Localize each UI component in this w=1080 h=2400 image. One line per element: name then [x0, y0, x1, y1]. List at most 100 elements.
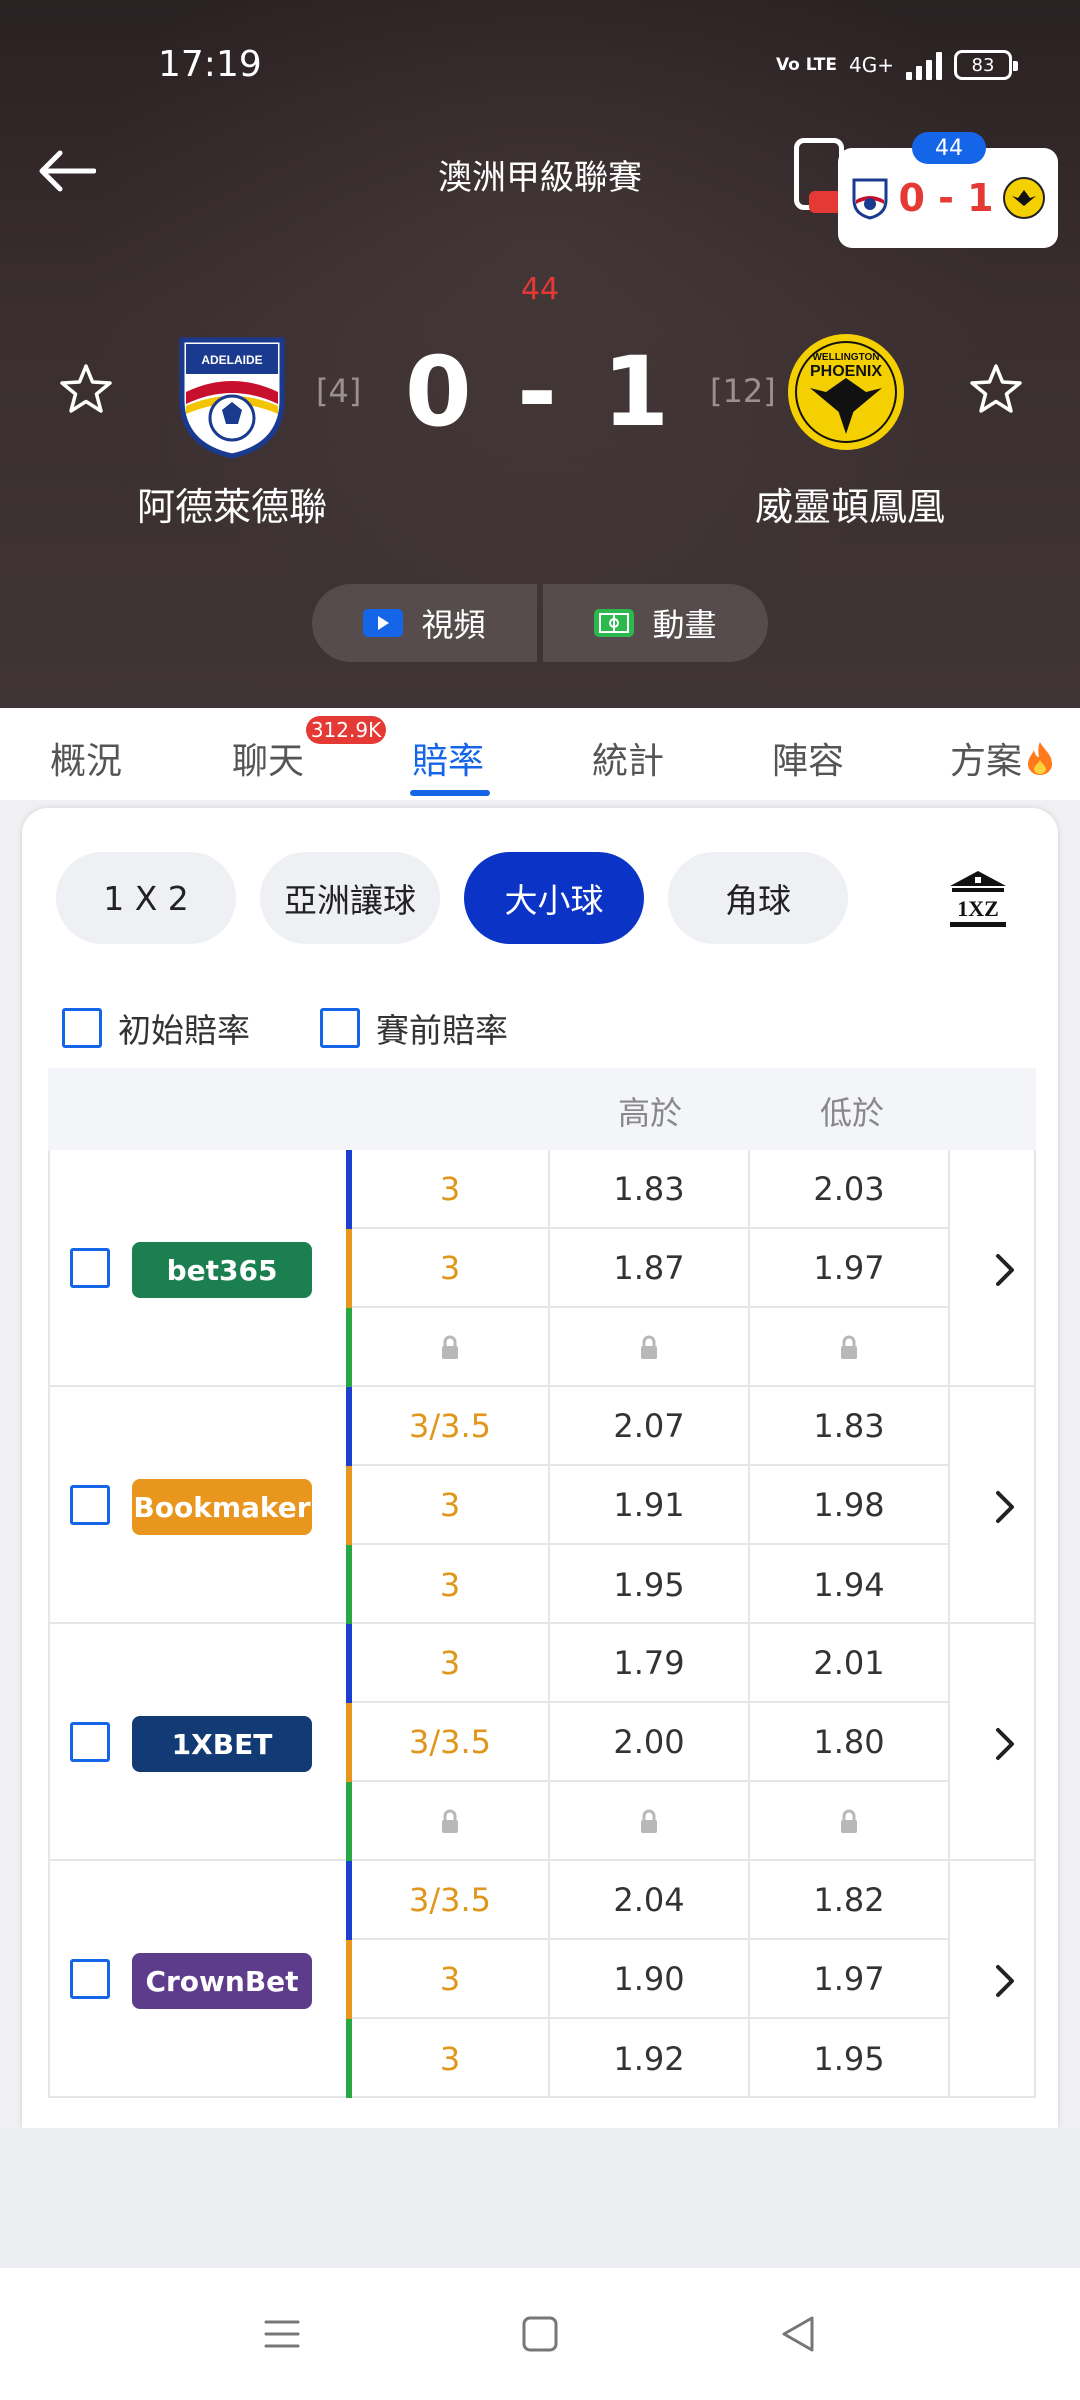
under-odds-cell: 1.94: [750, 1545, 950, 1624]
over-odds-cell: 1.90: [550, 1940, 750, 2019]
over-odds-cell: 2.04: [550, 1861, 750, 1940]
chevron-right-icon[interactable]: [984, 1961, 1024, 2001]
chat-count-badge: 312.9K: [306, 716, 386, 744]
odds-line-row: 3 1.87 1.97: [346, 1229, 950, 1308]
odds-line-row: 3 1.91 1.98: [346, 1466, 950, 1545]
under-odds-cell: 1.98: [750, 1466, 950, 1545]
system-nav-bar: [0, 2268, 1080, 2400]
initial-odds-checkbox[interactable]: [62, 1008, 102, 1048]
video-label: 視頻: [421, 606, 486, 644]
initial-odds-label: 初始賠率: [118, 1011, 250, 1050]
pre-match-odds-checkbox[interactable]: [320, 1008, 360, 1048]
odds-type-corners[interactable]: 角球: [668, 852, 848, 944]
odds-line-row: 3/3.5 2.07 1.83: [346, 1387, 950, 1466]
under-odds-cell: [750, 1782, 950, 1861]
bookmaker-row[interactable]: CrownBet 3/3.5 2.04 1.82 3 1.90 1.97 3 1.92 1.95: [48, 1861, 1036, 2098]
odds-line-row: 3 1.79 2.01: [346, 1624, 950, 1703]
chevron-right-icon[interactable]: [984, 1487, 1024, 1527]
video-button[interactable]: 視頻: [312, 584, 537, 662]
home-team-mini-logo: [852, 178, 888, 220]
mini-score: 0 - 1: [898, 176, 994, 220]
under-odds-cell: 1.80: [750, 1703, 950, 1782]
bookmaker-logo: CrownBet: [132, 1953, 312, 2009]
over-odds-cell: 1.95: [550, 1545, 750, 1624]
bookmaker-row[interactable]: 1XBET 3 1.79 2.01 3/3.5 2.00 1.80: [48, 1624, 1036, 1861]
goal-line-cell: 3: [352, 1466, 550, 1545]
odds-card: 1 X 2 亞洲讓球 大小球 角球 1XZ 初始賠率 賽前賠率 高於 低於 be…: [22, 808, 1058, 2128]
animation-label: 動畫: [652, 606, 717, 644]
odds-line-row: 3 1.90 1.97: [346, 1940, 950, 2019]
tab-chat[interactable]: 聊天: [232, 732, 304, 784]
bookmaker-checkbox[interactable]: [70, 1248, 110, 1288]
away-rank: [12]: [710, 372, 776, 410]
match-header: 17:19 Vo LTE 4G+ 83 澳洲甲級聯賽 44 0 - 1 44 A…: [0, 0, 1080, 708]
floating-window-icon[interactable]: [794, 138, 844, 213]
initial-odds-option[interactable]: 初始賠率: [62, 1004, 250, 1052]
odds-line-row: 3/3.5 2.04 1.82: [346, 1861, 950, 1940]
odds-line-row: 3/3.5 2.00 1.80: [346, 1703, 950, 1782]
over-odds-cell: 1.79: [550, 1624, 750, 1703]
back-nav-icon[interactable]: [778, 2314, 818, 2354]
under-odds-cell: 1.97: [750, 1940, 950, 2019]
status-icons: Vo LTE 4G+ 83: [775, 50, 1018, 80]
bookmaker-checkbox[interactable]: [70, 1722, 110, 1762]
lock-icon: [641, 1809, 657, 1833]
tab-stats[interactable]: 統計: [592, 732, 664, 784]
lock-icon: [641, 1335, 657, 1359]
goal-line-cell: [352, 1308, 550, 1387]
chevron-right-icon[interactable]: [984, 1250, 1024, 1290]
network-label: 4G+: [849, 53, 894, 77]
odds-line-row: 3 1.95 1.94: [346, 1545, 950, 1624]
mini-card-minute: 44: [912, 132, 986, 164]
tab-odds[interactable]: 賠率: [412, 732, 484, 784]
odds-type-over-under[interactable]: 大小球: [464, 852, 644, 944]
menu-icon[interactable]: [262, 2314, 302, 2354]
bookmaker-row[interactable]: Bookmaker 3/3.5 2.07 1.83 3 1.91 1.98 3 1.95 1.94: [48, 1387, 1036, 1624]
tab-plans[interactable]: 方案: [950, 732, 1056, 784]
odds-type-1x2[interactable]: 1 X 2: [56, 852, 236, 944]
bookmaker-bank-icon[interactable]: 1XZ: [946, 868, 1010, 928]
signal-icon: [906, 50, 942, 80]
lock-icon: [841, 1809, 857, 1833]
tab-overview[interactable]: 概況: [50, 732, 122, 784]
odds-type-asian-handicap[interactable]: 亞洲讓球: [260, 852, 440, 944]
under-odds-cell: 1.82: [750, 1861, 950, 1940]
under-odds-cell: 2.01: [750, 1624, 950, 1703]
odds-line-row: 3 1.92 1.95: [346, 2019, 950, 2098]
home-team-name: 阿德萊德聯: [136, 485, 327, 529]
over-odds-cell: [550, 1782, 750, 1861]
lock-icon: [841, 1335, 857, 1359]
under-odds-cell: [750, 1308, 950, 1387]
over-column-header: 高於: [617, 1094, 682, 1132]
over-odds-cell: [550, 1308, 750, 1387]
goal-line-cell: 3/3.5: [352, 1861, 550, 1940]
svg-text:WELLINGTON: WELLINGTON: [812, 352, 879, 363]
home-icon[interactable]: [520, 2314, 560, 2354]
goal-line-cell: 3/3.5: [352, 1387, 550, 1466]
active-tab-indicator: [410, 790, 490, 796]
over-odds-cell: 1.87: [550, 1229, 750, 1308]
over-odds-cell: 2.00: [550, 1703, 750, 1782]
bookmaker-row[interactable]: bet365 3 1.83 2.03 3 1.87 1.97: [48, 1150, 1036, 1387]
svg-text:PHOENIX: PHOENIX: [810, 363, 882, 380]
bookmaker-checkbox[interactable]: [70, 1959, 110, 1999]
goal-line-cell: 3: [352, 1624, 550, 1703]
animation-button[interactable]: 動畫: [543, 584, 768, 662]
battery-icon: 83: [954, 50, 1018, 80]
away-team-mini-logo: [1003, 177, 1045, 219]
svg-text:1XZ: 1XZ: [957, 896, 999, 921]
goal-line-cell: 3: [352, 1940, 550, 2019]
fire-icon: [1028, 742, 1053, 775]
volte-icon: Vo LTE: [775, 55, 838, 75]
bookmaker-checkbox[interactable]: [70, 1485, 110, 1525]
over-odds-cell: 2.07: [550, 1387, 750, 1466]
under-odds-cell: 1.95: [750, 2019, 950, 2098]
pre-match-odds-option[interactable]: 賽前賠率: [320, 1004, 508, 1052]
status-time: 17:19: [158, 44, 262, 85]
chevron-right-icon[interactable]: [984, 1724, 1024, 1764]
pre-match-odds-label: 賽前賠率: [376, 1011, 508, 1050]
away-favorite-star-icon[interactable]: [968, 362, 1024, 418]
tab-lineup[interactable]: 陣容: [772, 732, 844, 784]
goal-line-cell: 3: [352, 1150, 550, 1229]
match-minute: 44: [520, 272, 560, 307]
